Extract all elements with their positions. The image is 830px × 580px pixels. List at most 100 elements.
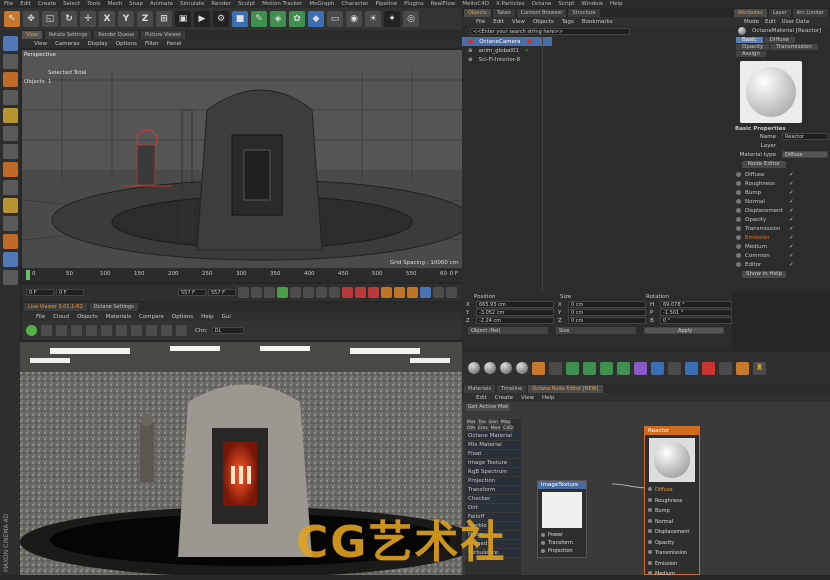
cube-icon[interactable]: ■ xyxy=(232,11,248,27)
material-type-select[interactable]: Diffuse xyxy=(782,151,828,158)
region-render-icon[interactable] xyxy=(116,325,127,336)
transform-icon[interactable]: ✛ xyxy=(80,11,96,27)
menu-item[interactable]: Render xyxy=(211,1,231,7)
polygon-mode-icon[interactable] xyxy=(2,72,18,87)
menu-item[interactable]: Motion Tracker xyxy=(262,1,302,7)
settings-icon[interactable] xyxy=(176,325,187,336)
menu-item[interactable]: Octane xyxy=(532,1,552,7)
size-field[interactable]: 0 cm xyxy=(568,317,646,324)
object-menu-item[interactable]: File xyxy=(476,19,485,25)
material-thumb-2[interactable] xyxy=(484,362,496,374)
tab-octane-settings[interactable]: Octane Settings xyxy=(89,303,138,311)
play-icon[interactable] xyxy=(277,287,288,298)
send-scene-icon[interactable] xyxy=(41,325,52,336)
live-viewer-menu-item[interactable]: Options xyxy=(172,314,193,320)
live-viewer-menu-item[interactable]: Materials xyxy=(106,314,131,320)
object-search-input[interactable]: <<Enter your search string here>> xyxy=(470,28,630,35)
subtab-opacity[interactable]: Opacity xyxy=(736,44,770,50)
channel-checkbox[interactable]: ✓ xyxy=(789,262,794,268)
pla-key-icon[interactable] xyxy=(433,287,444,298)
menu-item[interactable]: X-Particles xyxy=(496,1,525,7)
position-key-icon[interactable] xyxy=(381,287,392,298)
menu-item[interactable]: Character xyxy=(341,1,368,7)
tab-takes[interactable]: Takes xyxy=(492,9,515,17)
next-key-icon[interactable] xyxy=(303,287,314,298)
object-menu-item[interactable]: Objects xyxy=(533,19,554,25)
size-mode-select[interactable]: Size xyxy=(556,327,636,334)
object-item-scifi-interior[interactable]: ⊕ Sci-Fi-Interior-8 xyxy=(462,55,732,64)
stop-icon[interactable] xyxy=(86,325,97,336)
menu-item[interactable]: Simulate xyxy=(180,1,204,7)
menu-item[interactable]: Edit xyxy=(20,1,31,7)
position-field[interactable]: -3.052 cm xyxy=(476,309,554,316)
param-key-icon[interactable] xyxy=(420,287,431,298)
restart-icon[interactable] xyxy=(71,325,82,336)
grid-icon[interactable] xyxy=(2,252,18,267)
next-frame-icon[interactable] xyxy=(290,287,301,298)
viewport-menu-item[interactable]: View xyxy=(34,41,47,47)
viewport-tab[interactable]: Render Queue xyxy=(94,31,139,39)
reactor-port-transmission[interactable]: Transmission xyxy=(645,548,699,559)
workplane-icon[interactable] xyxy=(2,198,18,213)
imagetexture-port[interactable]: Transform xyxy=(538,539,586,547)
coordinate-mode-select[interactable]: Object (Rel) xyxy=(468,327,548,334)
subtab-diffuse[interactable]: Diffuse xyxy=(763,37,795,43)
menu-item[interactable]: MeltoC4D xyxy=(462,1,489,7)
node-editor-button[interactable]: Node Editor xyxy=(742,161,786,168)
imagetexture-node[interactable]: ImageTexture Power Transform Projection xyxy=(537,480,587,558)
channel-checkbox[interactable]: ✓ xyxy=(789,190,794,196)
tab-objects[interactable]: Objects xyxy=(464,9,491,17)
reactor-port-displacement[interactable]: Displacement xyxy=(645,527,699,538)
rotation-key-icon[interactable] xyxy=(407,287,418,298)
camera-icon[interactable]: ◉ xyxy=(346,11,362,27)
rotate-icon[interactable]: ↻ xyxy=(61,11,77,27)
autokey-icon[interactable] xyxy=(355,287,366,298)
menu-item[interactable]: File xyxy=(4,1,13,7)
focus-picker-icon[interactable] xyxy=(131,325,142,336)
subdivision-icon[interactable]: ◈ xyxy=(270,11,286,27)
live-viewer-menu-item[interactable]: Compare xyxy=(139,314,164,320)
object-mode-icon[interactable] xyxy=(2,126,18,141)
tab-structure[interactable]: Structure xyxy=(568,9,600,17)
material-thumb-1[interactable] xyxy=(468,362,480,374)
reactor-port-bump[interactable]: Bump xyxy=(645,506,699,517)
end-frame-field[interactable]: 557 F xyxy=(178,289,206,296)
object-menu-item[interactable]: Bookmarks xyxy=(582,19,613,25)
reactor-port-diffuse[interactable]: Diffuse xyxy=(645,485,699,496)
rotation-field[interactable]: 0 ° xyxy=(660,317,732,324)
position-field[interactable]: 665.93 cm xyxy=(476,301,554,308)
viewport-menu-item[interactable]: Display xyxy=(88,41,108,47)
axis-y-button[interactable]: Y xyxy=(118,11,134,27)
octane-hair-icon[interactable] xyxy=(736,361,749,375)
octane-material-icon[interactable] xyxy=(532,361,545,375)
magnet-icon[interactable] xyxy=(2,234,18,249)
material-thumb-4[interactable] xyxy=(516,362,528,374)
tab-arc-limiter[interactable]: Arc Limiter xyxy=(792,9,828,17)
octane-specular-icon[interactable] xyxy=(583,361,596,375)
pen-icon[interactable]: ✎ xyxy=(251,11,267,27)
channel-checkbox[interactable]: ✓ xyxy=(789,172,794,178)
array-icon[interactable]: ✿ xyxy=(289,11,305,27)
name-field[interactable]: Reactor xyxy=(782,133,828,140)
menu-item[interactable]: Pipeline xyxy=(376,1,398,7)
render-region-icon[interactable]: ▣ xyxy=(175,11,191,27)
perspective-viewport[interactable]: Perspective Selected Total Objects 1 Gri… xyxy=(22,50,462,268)
viewport-tab[interactable]: Rotate Settings xyxy=(44,31,92,39)
axis-mode-icon[interactable] xyxy=(2,162,18,177)
channel-checkbox[interactable]: ✓ xyxy=(789,217,794,223)
rotation-field[interactable]: 69.078 ° xyxy=(660,301,732,308)
checker-icon[interactable] xyxy=(2,54,18,69)
axis-x-button[interactable]: X xyxy=(99,11,115,27)
subtab-assign[interactable]: Assign xyxy=(736,51,766,57)
channel-checkbox[interactable]: ✓ xyxy=(789,208,794,214)
scale-key-icon[interactable] xyxy=(394,287,405,298)
record-icon[interactable] xyxy=(342,287,353,298)
reactor-port-medium[interactable]: Medium xyxy=(645,569,699,580)
snap-icon[interactable] xyxy=(2,180,18,195)
material-picker-icon[interactable] xyxy=(146,325,157,336)
menu-item[interactable]: Plugins xyxy=(404,1,424,7)
menu-item[interactable]: Snap xyxy=(129,1,143,7)
solo-icon[interactable] xyxy=(2,216,18,231)
end-frame-field-2[interactable]: 557 F xyxy=(208,289,236,296)
object-menu-item[interactable]: Edit xyxy=(493,19,504,25)
